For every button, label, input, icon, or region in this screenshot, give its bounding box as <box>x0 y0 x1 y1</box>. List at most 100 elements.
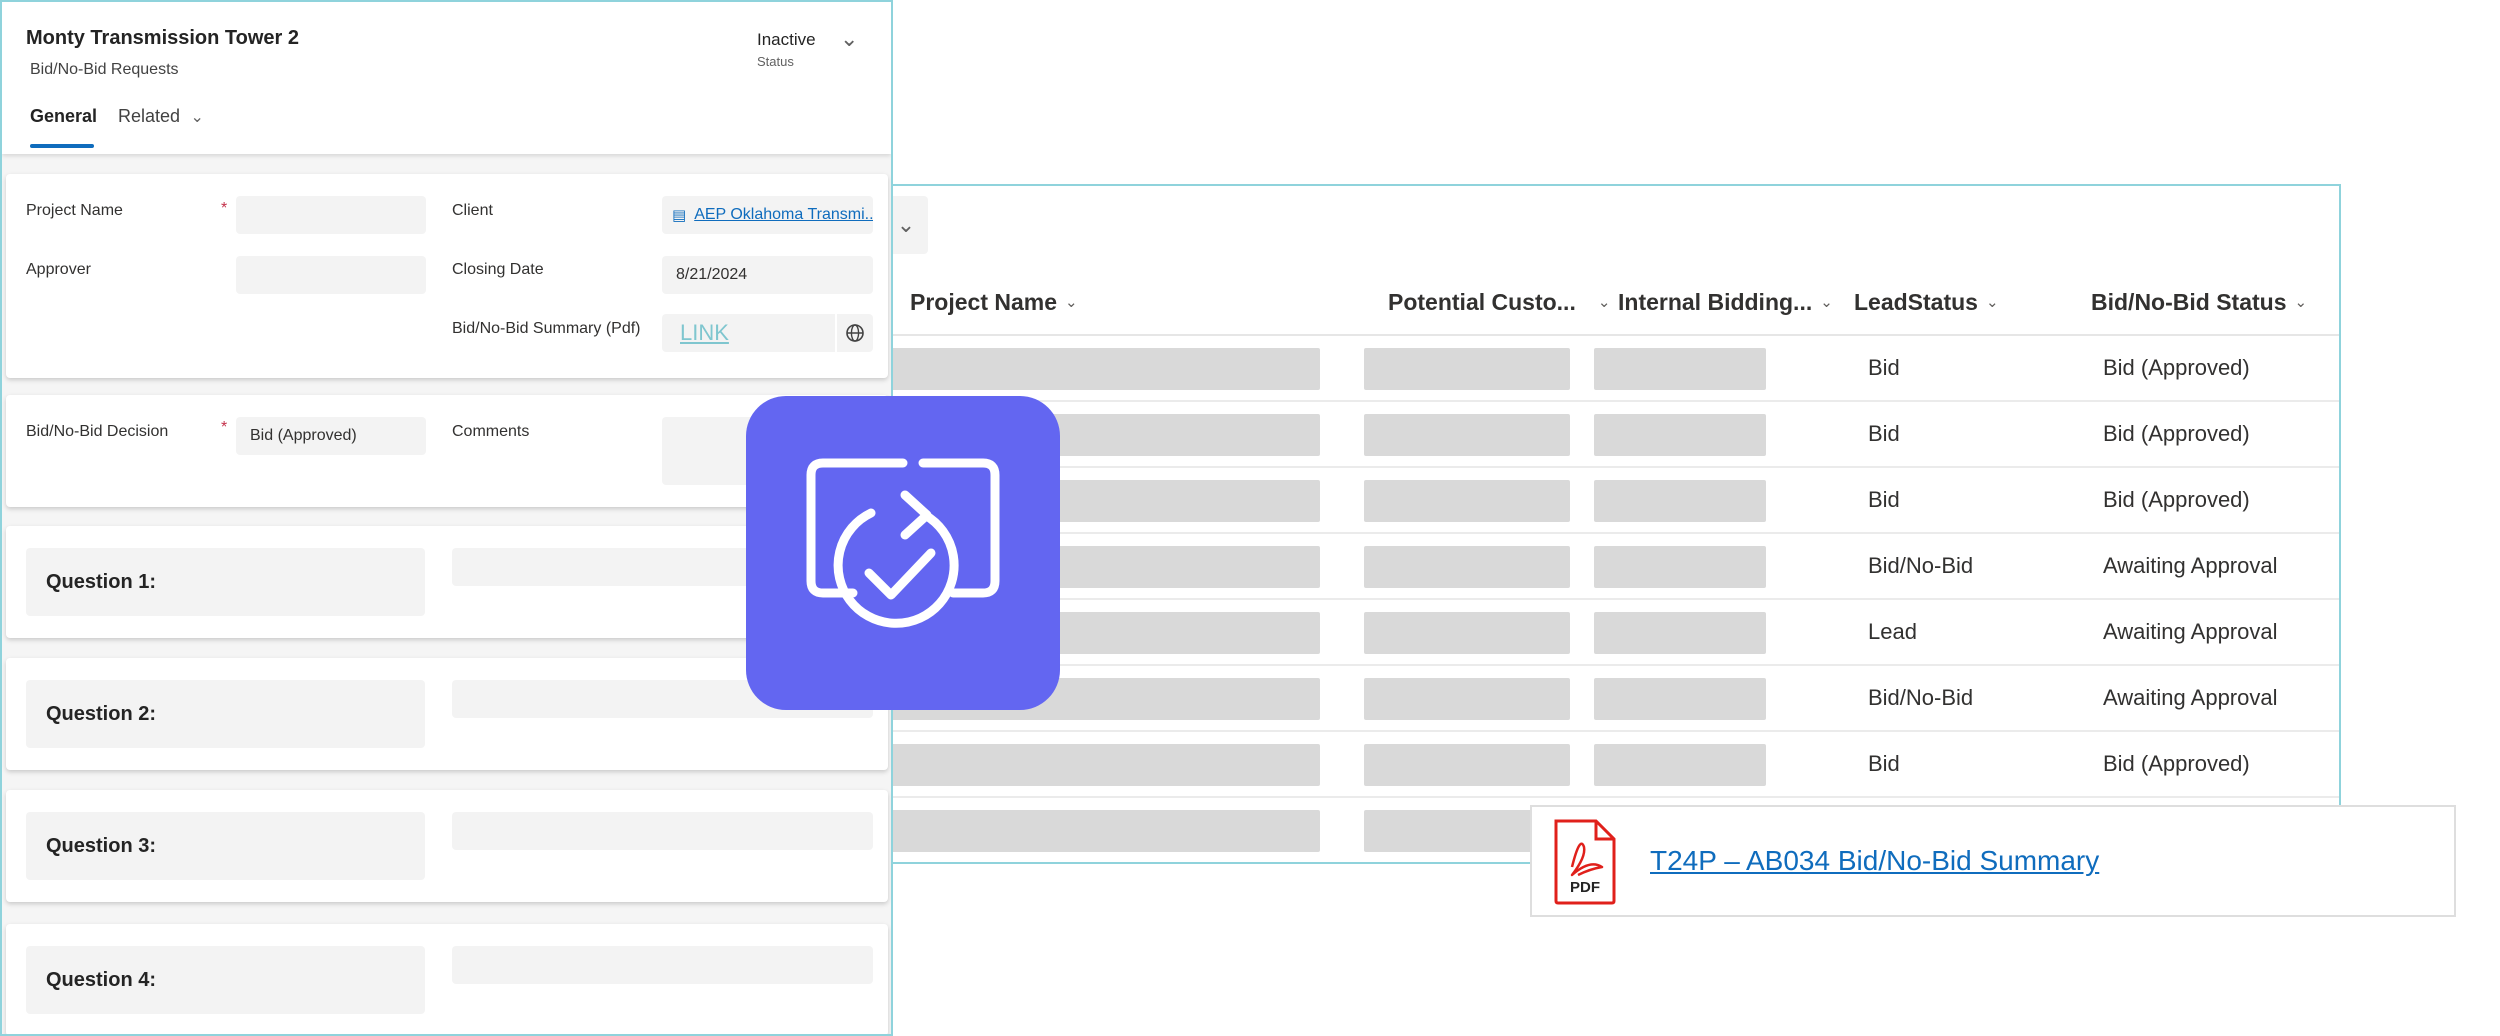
cell-placeholder <box>1364 612 1570 654</box>
records-grid: ⌄ Project Name ⌄ Potential Custo... ⌄ Inte… <box>880 184 2341 864</box>
cell-placeholder <box>1594 678 1766 720</box>
question-4-section: Question 4: <box>6 924 888 1034</box>
table-row[interactable]: Bid Bid (Approved) <box>882 732 2339 798</box>
pdf-file-icon: PDF <box>1550 817 1620 907</box>
chevron-down-icon: ⌄ <box>1985 294 1999 311</box>
bid-status-cell: Bid (Approved) <box>2103 751 2250 776</box>
tab-general[interactable]: General <box>30 106 97 150</box>
cell-placeholder <box>1364 348 1570 390</box>
cell-placeholder <box>1594 480 1766 522</box>
chevron-down-icon: ⌄ <box>2294 294 2308 311</box>
closing-date-field[interactable]: 8/21/2024 <box>662 256 873 294</box>
chevron-down-icon: ⌄ <box>840 26 859 51</box>
grid-header-row: Project Name ⌄ Potential Custo... ⌄ Intern… <box>882 268 2339 336</box>
bid-status-cell: Bid (Approved) <box>2103 487 2250 512</box>
summary-pdf-link[interactable]: LINK <box>680 320 729 346</box>
cell-placeholder <box>1364 546 1570 588</box>
bid-status-cell: Bid (Approved) <box>2103 355 2250 380</box>
pdf-attachment[interactable]: PDF T24P – AB034 Bid/No-Bid Summary <box>1530 805 2456 917</box>
cell-placeholder <box>1364 744 1570 786</box>
bid-status-cell: Awaiting Approval <box>2103 685 2278 710</box>
client-link[interactable]: AEP Oklahoma Transmi... <box>694 206 873 224</box>
column-header-project-name[interactable]: Project Name ⌄ <box>910 268 1078 336</box>
client-lookup[interactable]: ▤ AEP Oklahoma Transmi... <box>662 196 873 234</box>
lead-status-cell: Bid <box>1868 355 1900 380</box>
status-label: Status <box>757 54 794 69</box>
bid-status-cell: Awaiting Approval <box>2103 553 2278 578</box>
approver-label: Approver <box>26 261 91 278</box>
question-4-answer[interactable] <box>452 946 873 984</box>
question-3-label: Question 3: <box>26 812 425 880</box>
required-marker: * <box>221 419 228 436</box>
question-4-label: Question 4: <box>26 946 425 1014</box>
entity-name: Bid/No-Bid Requests <box>30 61 179 78</box>
project-name-input[interactable] <box>236 196 426 234</box>
closing-date-label: Closing Date <box>452 261 544 278</box>
comments-label: Comments <box>452 423 530 440</box>
lead-status-cell: Bid <box>1868 487 1900 512</box>
globe-icon[interactable] <box>835 314 873 352</box>
tab-label: General <box>30 106 98 126</box>
lead-status-cell: Bid/No-Bid <box>1868 685 1974 710</box>
tab-related[interactable]: Related ⌄ <box>118 106 204 136</box>
approver-input[interactable] <box>236 256 426 294</box>
table-row[interactable]: Bid Bid (Approved) <box>882 336 2339 402</box>
pdf-icon-label: PDF <box>1570 879 1600 896</box>
table-row[interactable]: Lead Awaiting Approval <box>882 600 2339 666</box>
status-value: Inactive <box>757 30 816 49</box>
cell-placeholder <box>1364 480 1570 522</box>
bid-status-cell: Awaiting Approval <box>2103 619 2278 644</box>
bid-status-cell: Bid (Approved) <box>2103 421 2250 446</box>
chevron-down-icon: ⌄ <box>1820 294 1833 311</box>
chevron-down-icon: ⌄ <box>896 212 916 237</box>
chevron-down-icon: ⌄ <box>1065 294 1078 311</box>
question-3-answer[interactable] <box>452 812 873 850</box>
cell-placeholder <box>1594 744 1766 786</box>
cell-placeholder <box>1594 414 1766 456</box>
cell-placeholder <box>1364 678 1570 720</box>
cell-placeholder <box>886 348 1320 390</box>
summary-pdf-label: Bid/No-Bid Summary (Pdf) <box>452 320 641 337</box>
pdf-summary-link[interactable]: T24P – AB034 Bid/No-Bid Summary <box>1650 807 2099 915</box>
general-section: Project Name * Approver Client ▤ AEP Okl… <box>6 174 888 378</box>
chevron-down-icon: ⌄ <box>190 109 204 126</box>
table-row[interactable]: Bid/No-Bid Awaiting Approval <box>882 666 2339 732</box>
lead-status-cell: Lead <box>1868 619 1917 644</box>
cell-placeholder <box>1364 414 1570 456</box>
project-name-label: Project Name <box>26 202 123 219</box>
decision-select[interactable]: Bid (Approved) <box>236 417 426 455</box>
status-selector[interactable]: Inactive Status ⌄ <box>757 26 877 72</box>
decision-label: Bid/No-Bid Decision <box>26 423 169 440</box>
tab-label: Related <box>118 106 181 126</box>
column-header-bid-status[interactable]: Bid/No-Bid Status ⌄ <box>2091 268 2307 336</box>
column-header-potential-customer[interactable]: Potential Custo... ⌄ <box>1388 268 1610 336</box>
record-title: Monty Transmission Tower 2 <box>26 27 300 49</box>
column-header-internal-bidding[interactable]: Internal Bidding... ⌄ <box>1618 268 1833 336</box>
required-marker: * <box>221 200 228 217</box>
table-row[interactable]: Bid/No-Bid Awaiting Approval <box>882 534 2339 600</box>
cell-placeholder <box>886 744 1320 786</box>
column-header-label: Bid/No-Bid Status <box>2091 288 2287 315</box>
lead-status-cell: Bid <box>1868 421 1900 446</box>
question-2-label: Question 2: <box>26 680 425 748</box>
table-row[interactable]: Bid Bid (Approved) <box>882 468 2339 534</box>
table-row[interactable]: Bid Bid (Approved) <box>882 402 2339 468</box>
summary-pdf-field[interactable]: LINK <box>662 314 873 352</box>
lead-status-cell: Bid/No-Bid <box>1868 553 1974 578</box>
column-header-lead-status[interactable]: LeadStatus ⌄ <box>1854 268 1999 336</box>
cell-placeholder <box>1594 612 1766 654</box>
question-3-section: Question 3: <box>6 790 888 902</box>
column-header-label: Internal Bidding... <box>1618 288 1813 315</box>
chevron-down-icon: ⌄ <box>1597 294 1611 311</box>
column-header-label: LeadStatus <box>1854 288 1978 315</box>
cell-placeholder <box>1594 546 1766 588</box>
tab-active-indicator <box>30 144 94 148</box>
column-header-label: Project Name <box>910 288 1058 315</box>
record-icon: ▤ <box>672 207 687 224</box>
form-header: Monty Transmission Tower 2 Bid/No-Bid Re… <box>2 2 891 154</box>
approval-app-icon <box>746 396 1060 710</box>
column-header-label: Potential Custo... <box>1388 288 1576 315</box>
grid-toolbar: ⌄ <box>882 186 2339 266</box>
cell-placeholder <box>1594 348 1766 390</box>
cell-placeholder <box>886 810 1320 852</box>
